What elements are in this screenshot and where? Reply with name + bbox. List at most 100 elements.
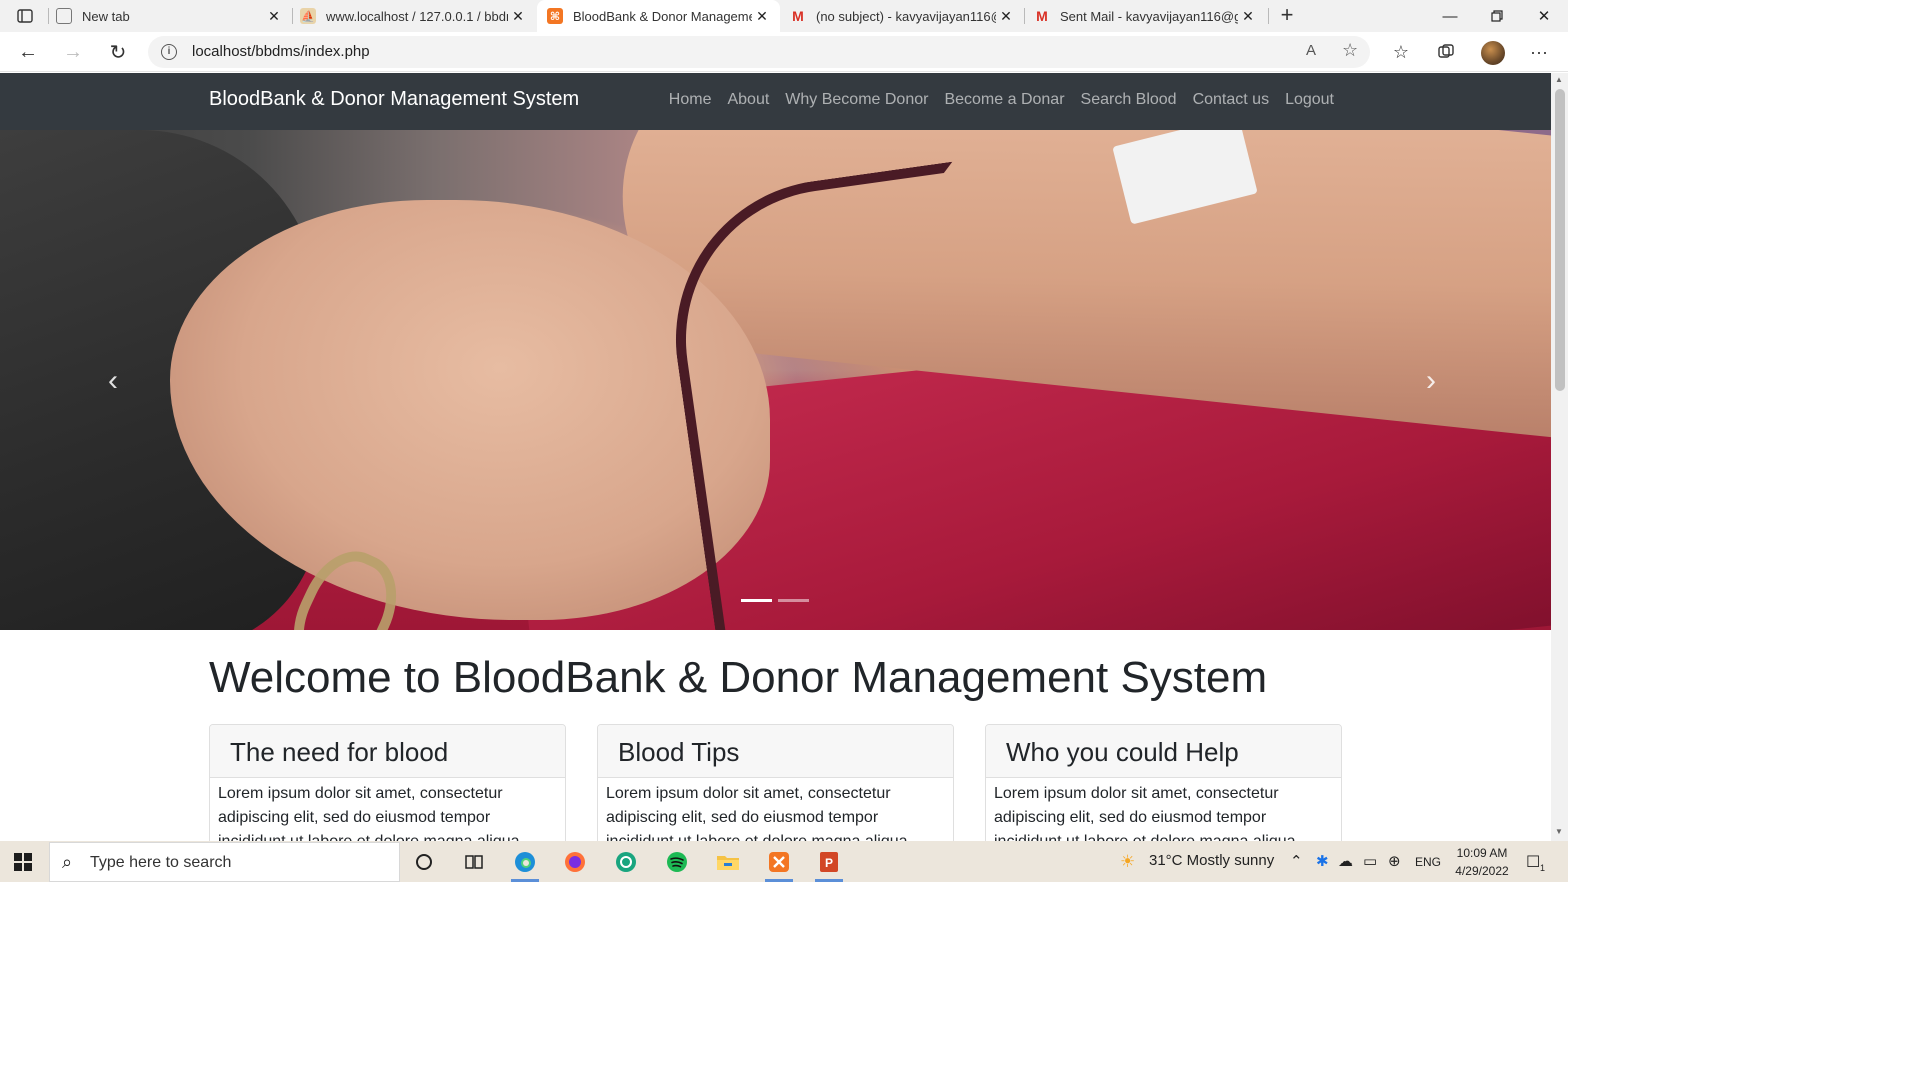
search-placeholder: Type here to search [90, 854, 232, 871]
hero-carousel: ‹ › [0, 130, 1551, 630]
spotify-icon[interactable] [661, 847, 693, 877]
tab-title: BloodBank & Donor Management System [573, 8, 752, 24]
clock[interactable]: 10:09 AM 4/29/2022 [1448, 844, 1516, 880]
cortana-icon[interactable] [408, 847, 440, 877]
close-icon[interactable]: ✕ [1238, 6, 1258, 26]
weather-icon: ☀ [1120, 852, 1136, 871]
firefox-icon[interactable] [559, 847, 591, 877]
more-icon[interactable]: ··· [1527, 41, 1551, 63]
scroll-down-icon[interactable]: ▼ [1555, 827, 1563, 836]
nav-contact-us[interactable]: Contact us [1193, 91, 1269, 109]
tab-phpmyadmin[interactable]: ⛵ www.localhost / 127.0.0.1 / bbdms ✕ [300, 0, 536, 32]
nav-about[interactable]: About [727, 91, 769, 109]
svg-text:P: P [825, 856, 833, 870]
clock-date: 4/29/2022 [1455, 864, 1509, 878]
minimize-icon[interactable]: — [1438, 4, 1462, 28]
page-title: Welcome to BloodBank & Donor Management … [209, 653, 1268, 702]
card-need-for-blood: The need for blood Lorem ipsum dolor sit… [209, 724, 566, 841]
search-icon: ⌕ [62, 852, 73, 872]
tab-title: New tab [82, 8, 130, 24]
site-brand[interactable]: BloodBank & Donor Management System [209, 88, 579, 111]
close-window-icon[interactable]: ✕ [1532, 4, 1556, 28]
card-title: The need for blood [210, 725, 565, 778]
carousel-indicator[interactable] [778, 599, 809, 602]
show-hidden-icons-icon[interactable]: ⌃ [1290, 852, 1303, 870]
taskbar-search-input[interactable]: ⌕ Type here to search [49, 842, 400, 882]
card-body: Lorem ipsum dolor sit amet, consectetur … [606, 785, 912, 841]
card-title: Blood Tips [598, 725, 953, 778]
nav-home[interactable]: Home [669, 91, 712, 109]
page-scrollbar[interactable]: ▲ ▼ [1551, 73, 1568, 841]
tab-title: (no subject) - kavyavijayan116@gmail.com [816, 8, 996, 24]
carousel-indicators [741, 599, 809, 602]
chatgpt-icon[interactable] [610, 847, 642, 877]
close-icon[interactable]: ✕ [996, 6, 1016, 26]
read-aloud-icon[interactable]: A [1306, 42, 1316, 59]
gmail-icon: M [792, 8, 804, 24]
powerpoint-icon[interactable]: P [813, 847, 845, 882]
url-text[interactable]: localhost/bbdms/index.php [192, 43, 370, 60]
tab-separator [48, 8, 49, 24]
tab-separator [292, 8, 293, 24]
collections-icon[interactable] [1434, 41, 1458, 63]
scroll-up-icon[interactable]: ▲ [1555, 75, 1563, 84]
newtab-icon [56, 8, 72, 24]
bluetooth-icon[interactable]: ✱ [1316, 852, 1329, 870]
notification-icon[interactable]: ☐ [1526, 852, 1540, 872]
nav-become-a-donor[interactable]: Become a Donar [944, 91, 1064, 109]
phpmyadmin-icon: ⛵ [300, 8, 316, 24]
forward-icon[interactable]: → [59, 39, 87, 65]
gmail-icon: M [1036, 8, 1048, 24]
tab-title: www.localhost / 127.0.0.1 / bbdms [326, 8, 508, 24]
info-icon[interactable]: i [161, 44, 177, 60]
file-explorer-icon[interactable] [712, 847, 744, 877]
nav-why-become-donor[interactable]: Why Become Donor [785, 91, 928, 109]
notification-count: 1 [1540, 863, 1546, 873]
tab-separator [1268, 8, 1269, 24]
card-who-you-could-help: Who you could Help Lorem ipsum dolor sit… [985, 724, 1342, 841]
xampp-icon: ⌘ [547, 8, 563, 24]
clock-time: 10:09 AM [1456, 846, 1508, 860]
restore-icon[interactable] [1485, 4, 1509, 28]
tab-title: Sent Mail - kavyavijayan116@gmail.com [1060, 8, 1238, 24]
card-body: Lorem ipsum dolor sit amet, consectetur … [994, 785, 1300, 841]
address-bar[interactable]: i localhost/bbdms/index.php A ☆ [148, 36, 1370, 68]
add-favorite-icon[interactable]: ☆ [1342, 40, 1358, 61]
weather-text[interactable]: 31°C Mostly sunny [1149, 852, 1274, 869]
tab-new-tab[interactable]: New tab ✕ [56, 0, 292, 32]
carousel-indicator[interactable] [741, 599, 772, 602]
tab-separator [1024, 8, 1025, 24]
tab-gmail-no-subject[interactable]: M (no subject) - kavyavijayan116@gmail.c… [790, 0, 1024, 32]
favorites-icon[interactable]: ☆ [1389, 41, 1413, 63]
language-indicator[interactable]: ENG [1415, 855, 1441, 869]
scrollbar-thumb[interactable] [1555, 89, 1565, 391]
nav-search-blood[interactable]: Search Blood [1081, 91, 1177, 109]
network-icon[interactable]: ⊕ [1388, 852, 1401, 870]
avatar[interactable] [1481, 41, 1505, 65]
close-icon[interactable]: ✕ [508, 6, 528, 26]
tab-actions-icon[interactable] [12, 5, 38, 27]
site-navbar: BloodBank & Donor Management System Home… [0, 73, 1551, 130]
browser-toolbar: ← → ↻ i localhost/bbdms/index.php A ☆ ☆ … [0, 32, 1568, 72]
carousel-next-button[interactable]: › [1416, 366, 1446, 397]
tab-gmail-sent[interactable]: M Sent Mail - kavyavijayan116@gmail.com … [1034, 0, 1266, 32]
task-view-icon[interactable] [458, 847, 490, 877]
card-blood-tips: Blood Tips Lorem ipsum dolor sit amet, c… [597, 724, 954, 841]
card-body: Lorem ipsum dolor sit amet, consectetur … [218, 785, 524, 841]
nav-links: Home About Why Become Donor Become a Don… [669, 91, 1334, 109]
page-viewport: BloodBank & Donor Management System Home… [0, 73, 1551, 841]
onedrive-icon[interactable]: ☁ [1338, 852, 1353, 870]
carousel-prev-button[interactable]: ‹ [98, 366, 128, 397]
new-tab-button[interactable]: + [1276, 4, 1298, 27]
back-icon[interactable]: ← [14, 39, 42, 65]
close-icon[interactable]: ✕ [264, 6, 284, 26]
windows-start-icon[interactable] [14, 853, 32, 871]
tab-bloodbank[interactable]: ⌘ BloodBank & Donor Management System ✕ [537, 0, 780, 32]
card-title: Who you could Help [986, 725, 1341, 778]
battery-icon[interactable]: ▭ [1363, 852, 1377, 870]
close-icon[interactable]: ✕ [752, 6, 772, 26]
xampp-icon[interactable] [763, 847, 795, 882]
edge-icon[interactable] [509, 847, 541, 882]
refresh-icon[interactable]: ↻ [104, 39, 132, 65]
nav-logout[interactable]: Logout [1285, 91, 1334, 109]
